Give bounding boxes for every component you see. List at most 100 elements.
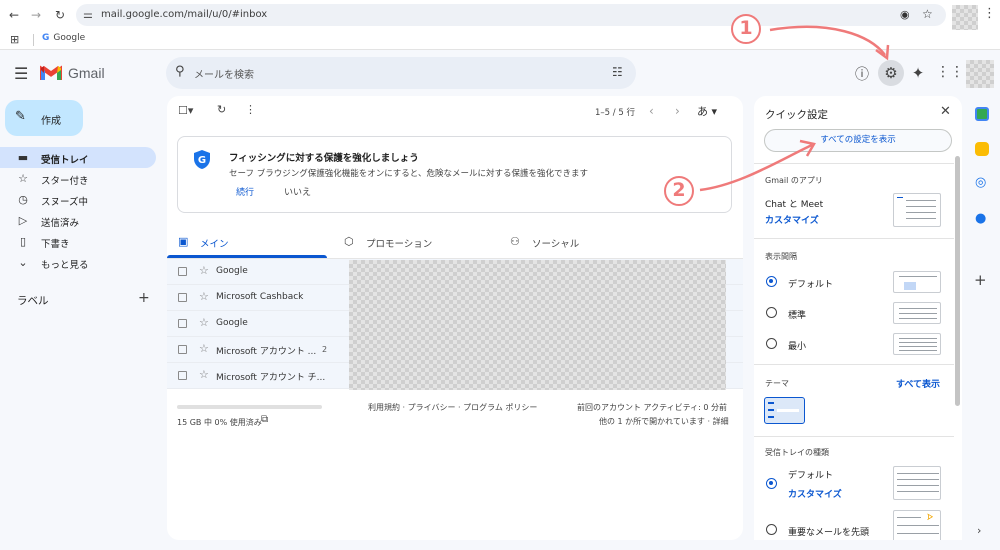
close-icon[interactable]: ✕ bbox=[940, 104, 951, 119]
browser-profile-avatar[interactable] bbox=[952, 5, 978, 31]
density-heading: 表示間隔 bbox=[765, 252, 797, 261]
keep-icon[interactable] bbox=[975, 142, 989, 156]
inbox-default-label: デフォルト bbox=[788, 471, 834, 481]
tab-main[interactable]: ▣ メイン bbox=[167, 226, 327, 258]
search-bar[interactable]: ⚲ メールを検索 ☷ bbox=[166, 57, 636, 89]
bookmark-star-icon[interactable]: ☆ bbox=[922, 7, 933, 21]
apps-customize-link[interactable]: カスタマイズ bbox=[765, 213, 819, 226]
bookmark-google-label: Google bbox=[53, 33, 86, 43]
sidebar-item-label: スヌーズ中 bbox=[41, 197, 89, 208]
input-tools-label: あ bbox=[697, 105, 708, 118]
more-actions-icon[interactable]: ⋮ bbox=[245, 103, 256, 116]
search-options-icon[interactable]: ☷ bbox=[612, 65, 623, 79]
row-checkbox[interactable] bbox=[178, 371, 187, 380]
apps-grid-icon[interactable]: ⊞ bbox=[10, 33, 19, 46]
all-settings-button[interactable]: すべての設定を表示 bbox=[764, 129, 952, 152]
quick-settings-title: クイック設定 bbox=[765, 109, 828, 121]
row-checkbox[interactable] bbox=[178, 345, 187, 354]
sidebar-item-2[interactable]: ◷ スヌーズ中 bbox=[0, 189, 156, 210]
sidebar-item-label: 送信済み bbox=[41, 218, 80, 229]
sidebar-item-label: もっと見る bbox=[41, 260, 89, 271]
inbox-important-label: 重要なメールを先頭 bbox=[788, 528, 870, 538]
tab-promotions-label: プロモーション bbox=[366, 239, 433, 250]
inbox-default-thumbnail bbox=[893, 466, 941, 500]
density-compact-radio[interactable] bbox=[766, 338, 777, 349]
draft-icon: ▯ bbox=[19, 235, 27, 248]
reload-icon[interactable]: ↻ bbox=[52, 7, 68, 23]
prev-page-icon[interactable]: ‹ bbox=[649, 104, 654, 118]
quick-settings-scrollbar[interactable] bbox=[955, 156, 960, 406]
divider bbox=[754, 238, 954, 239]
sidebar-item-5[interactable]: ⌄ もっと見る bbox=[0, 252, 156, 273]
sidebar-item-3[interactable]: ▷ 送信済み bbox=[0, 210, 156, 231]
inbox-type-heading: 受信トレイの種類 bbox=[765, 448, 829, 457]
star-icon[interactable]: ☆ bbox=[199, 342, 209, 355]
search-icon[interactable]: ⚲ bbox=[175, 64, 185, 79]
forward-arrow-icon[interactable]: → bbox=[28, 7, 44, 23]
tab-promotions[interactable]: ⬡ プロモーション bbox=[333, 226, 493, 258]
open-storage-icon[interactable]: ⧉ bbox=[261, 414, 268, 425]
row-checkbox[interactable] bbox=[178, 267, 187, 276]
tab-social-label: ソーシャル bbox=[532, 239, 580, 250]
density-standard-radio[interactable] bbox=[766, 307, 777, 318]
bookmark-google[interactable]: G Google bbox=[42, 33, 85, 43]
labels-heading: ラベル bbox=[17, 295, 49, 307]
back-arrow-icon[interactable]: ← bbox=[6, 7, 22, 23]
add-label-icon[interactable]: + bbox=[138, 290, 150, 306]
sidebar-item-1[interactable]: ☆ スター付き bbox=[0, 168, 156, 189]
send-icon: ▷ bbox=[18, 214, 28, 227]
tasks-icon[interactable]: ◎ bbox=[975, 176, 989, 190]
sidebar-item-0[interactable]: ▬ 受信トレイ bbox=[0, 147, 156, 168]
tab-social[interactable]: ⚇ ソーシャル bbox=[499, 226, 659, 258]
account-activity: 前回のアカウント アクティビティ: 0 分前 bbox=[577, 403, 728, 412]
row-checkbox[interactable] bbox=[178, 319, 187, 328]
compose-button[interactable]: ✎ 作成 bbox=[5, 100, 83, 136]
density-default-thumbnail bbox=[893, 271, 941, 293]
pencil-icon: ✎ bbox=[15, 109, 26, 124]
select-all-checkbox[interactable]: ☐▾ bbox=[178, 104, 193, 117]
input-tools-button[interactable]: あ ▾ bbox=[697, 103, 717, 119]
shield-icon: G bbox=[194, 150, 210, 169]
phishing-banner: G フィッシングに対する保護を強化しましょう セーフ ブラウジング保護強化機能を… bbox=[177, 136, 732, 213]
next-page-icon[interactable]: › bbox=[675, 104, 680, 118]
divider bbox=[754, 163, 954, 164]
browser-menu-icon[interactable]: ⋮ bbox=[983, 6, 996, 21]
tag-icon: ⬡ bbox=[344, 235, 354, 248]
calendar-icon[interactable] bbox=[975, 107, 989, 121]
settings-gear-icon[interactable]: ⚙ bbox=[878, 60, 904, 86]
help-icon[interactable]: ⓘ bbox=[852, 64, 872, 84]
sidebar-item-4[interactable]: ▯ 下書き bbox=[0, 231, 156, 252]
apps-preview-thumbnail bbox=[893, 193, 941, 227]
site-info-icon[interactable]: ⚌ bbox=[83, 8, 93, 21]
inbox-customize-link[interactable]: カスタマイズ bbox=[788, 487, 842, 500]
density-default-label: デフォルト bbox=[788, 280, 834, 290]
star-icon[interactable]: ☆ bbox=[199, 316, 209, 329]
banner-dismiss-button[interactable]: いいえ bbox=[284, 185, 311, 198]
gemini-sparkle-icon[interactable]: ✦ bbox=[908, 64, 928, 82]
sidebar-item-label: スター付き bbox=[41, 176, 89, 187]
search-input[interactable]: メールを検索 bbox=[194, 66, 254, 81]
account-avatar[interactable] bbox=[966, 60, 994, 88]
refresh-icon[interactable]: ↻ bbox=[217, 103, 226, 116]
eye-icon[interactable]: ◉ bbox=[900, 8, 910, 21]
url-text[interactable]: mail.google.com/mail/u/0/#inbox bbox=[101, 9, 267, 20]
density-default-radio[interactable] bbox=[766, 276, 777, 287]
theme-view-all-link[interactable]: すべて表示 bbox=[896, 377, 940, 390]
collapse-panel-icon[interactable]: › bbox=[977, 524, 981, 537]
add-addon-icon[interactable]: + bbox=[974, 271, 987, 289]
main-menu-icon[interactable]: ☰ bbox=[14, 64, 28, 83]
theme-thumbnail[interactable] bbox=[764, 397, 805, 424]
account-activity-details[interactable]: 他の 1 か所で開かれています · 詳細 bbox=[599, 416, 729, 427]
star-icon[interactable]: ☆ bbox=[199, 368, 209, 381]
address-bar[interactable]: ⚌ mail.google.com/mail/u/0/#inbox ◉ ☆ bbox=[76, 4, 946, 26]
star-icon[interactable]: ☆ bbox=[199, 264, 209, 277]
inbox-default-radio[interactable] bbox=[766, 478, 777, 489]
google-apps-icon[interactable]: ⋮⋮ bbox=[936, 64, 964, 80]
inbox-important-radio[interactable] bbox=[766, 524, 777, 535]
star-icon[interactable]: ☆ bbox=[199, 290, 209, 303]
density-standard-thumbnail bbox=[893, 302, 941, 324]
contacts-icon[interactable]: ● bbox=[975, 212, 989, 226]
row-checkbox[interactable] bbox=[178, 293, 187, 302]
terms-links[interactable]: 利用規約 · プライバシー · プログラム ポリシー bbox=[368, 402, 537, 413]
banner-continue-button[interactable]: 続行 bbox=[236, 185, 254, 198]
